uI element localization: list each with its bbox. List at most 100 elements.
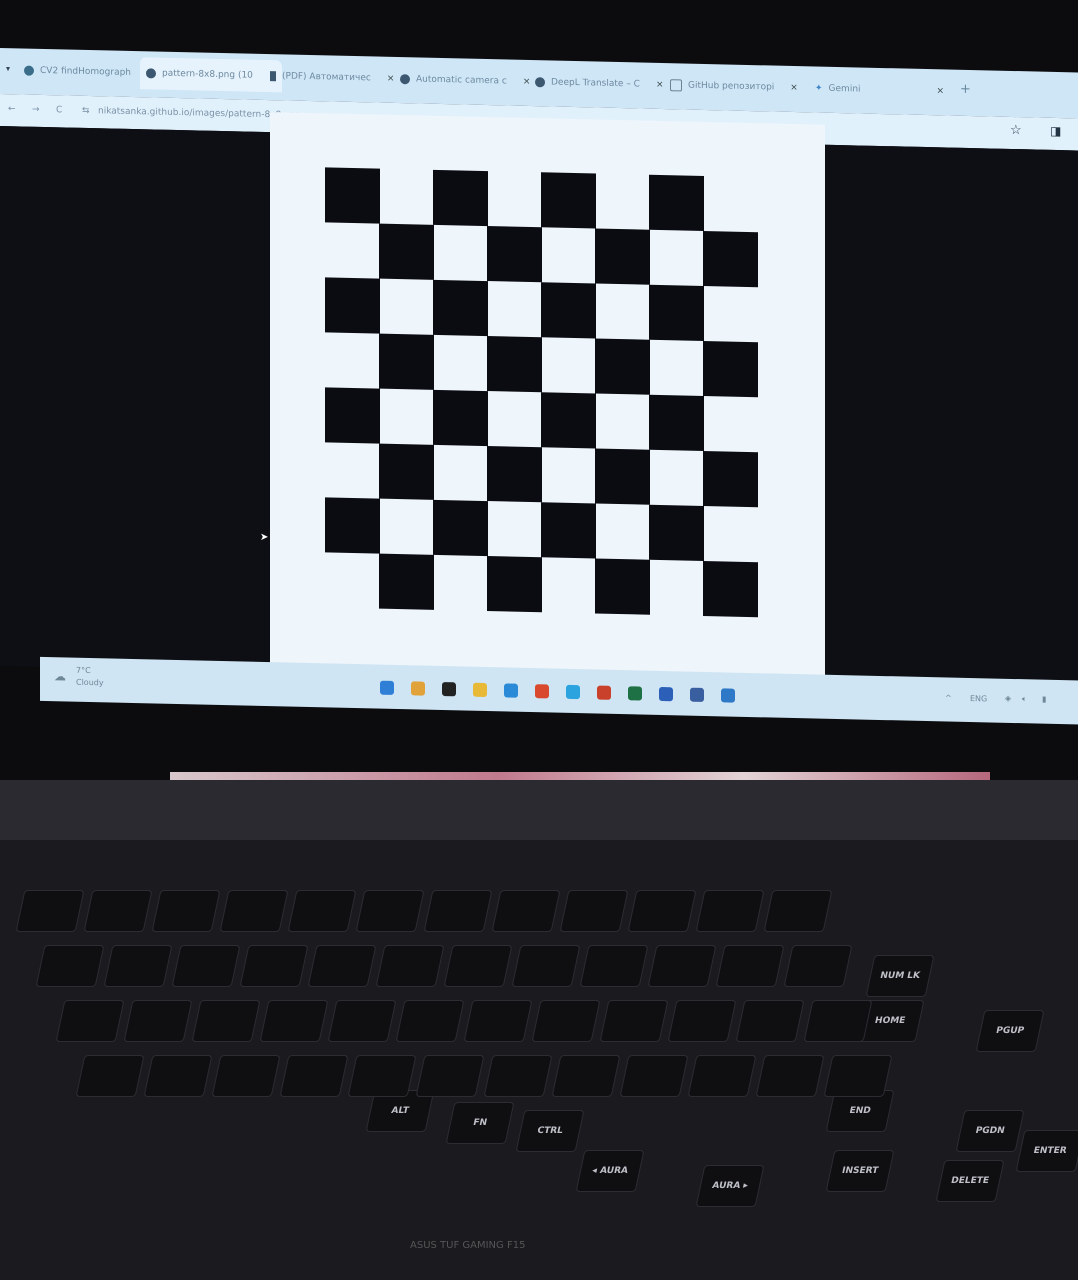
- key[interactable]: ◂ AURA: [575, 1150, 645, 1192]
- key[interactable]: [687, 1055, 757, 1097]
- key[interactable]: [211, 1055, 281, 1097]
- key[interactable]: [627, 890, 697, 932]
- weather-text[interactable]: Cloudy: [76, 678, 104, 688]
- vscode-icon[interactable]: [721, 688, 735, 703]
- language-indicator[interactable]: ENG: [970, 694, 987, 703]
- key[interactable]: [415, 1055, 485, 1097]
- key[interactable]: [463, 1000, 533, 1042]
- key[interactable]: [83, 890, 153, 932]
- key[interactable]: INSERT: [825, 1150, 895, 1192]
- key[interactable]: DELETE: [935, 1160, 1005, 1202]
- key[interactable]: [443, 945, 513, 987]
- windows-start-icon[interactable]: [380, 680, 394, 695]
- key[interactable]: [483, 1055, 553, 1097]
- key[interactable]: [151, 890, 221, 932]
- key[interactable]: [559, 890, 629, 932]
- key[interactable]: [279, 1055, 349, 1097]
- wifi-icon[interactable]: ◈: [1005, 694, 1011, 703]
- tab-active[interactable]: pattern-8x8.png (10×: [140, 57, 283, 93]
- key[interactable]: [75, 1055, 145, 1097]
- word-icon[interactable]: [659, 686, 673, 702]
- key[interactable]: [143, 1055, 213, 1097]
- save-icon[interactable]: [690, 687, 704, 702]
- forward-icon[interactable]: →: [32, 105, 40, 115]
- key[interactable]: [327, 1000, 397, 1042]
- key[interactable]: [375, 945, 445, 987]
- key[interactable]: [735, 1000, 805, 1042]
- key[interactable]: [647, 945, 717, 987]
- key[interactable]: [287, 890, 357, 932]
- key[interactable]: [491, 890, 561, 932]
- key[interactable]: [219, 890, 289, 932]
- chrome-icon[interactable]: [535, 684, 549, 699]
- telegram-icon[interactable]: [566, 684, 580, 700]
- tab-label: Gemini: [828, 83, 861, 95]
- key[interactable]: [307, 945, 377, 987]
- key[interactable]: [191, 1000, 261, 1042]
- tab[interactable]: DeepL Translate – C ×: [535, 70, 664, 97]
- key[interactable]: [763, 890, 833, 932]
- reload-icon[interactable]: C: [56, 105, 62, 115]
- key[interactable]: [579, 945, 649, 987]
- file-explorer-icon[interactable]: [473, 682, 487, 698]
- key[interactable]: [259, 1000, 329, 1042]
- key[interactable]: [695, 890, 765, 932]
- battery-icon[interactable]: ▮: [1042, 695, 1046, 704]
- dark-square: [649, 504, 704, 561]
- key[interactable]: [803, 1000, 873, 1042]
- site-info-icon[interactable]: ⇆: [82, 106, 90, 116]
- tab[interactable]: GitHub репозиторі ×: [670, 73, 798, 100]
- key[interactable]: AURA ▸: [695, 1165, 765, 1207]
- weather-temp[interactable]: 7°C: [76, 666, 91, 675]
- powerpoint-icon[interactable]: [597, 685, 611, 700]
- bookmark-star-icon[interactable]: ☆: [1010, 123, 1022, 138]
- terminal-icon[interactable]: [442, 682, 456, 697]
- key[interactable]: [171, 945, 241, 987]
- key[interactable]: FN: [445, 1102, 515, 1144]
- key[interactable]: [599, 1000, 669, 1042]
- key[interactable]: [511, 945, 581, 987]
- key[interactable]: CTRL: [515, 1110, 585, 1152]
- close-icon[interactable]: ×: [387, 74, 395, 84]
- close-icon[interactable]: ×: [790, 83, 798, 93]
- key[interactable]: [15, 890, 85, 932]
- key[interactable]: [123, 1000, 193, 1042]
- key[interactable]: [823, 1055, 893, 1097]
- dark-square: [379, 333, 434, 390]
- key[interactable]: [395, 1000, 465, 1042]
- tab[interactable]: Automatic camera c ×: [400, 67, 530, 94]
- key[interactable]: [35, 945, 105, 987]
- edge-icon[interactable]: [504, 683, 518, 698]
- close-icon[interactable]: ×: [523, 77, 531, 87]
- key[interactable]: NUM LK: [865, 955, 935, 997]
- key[interactable]: [355, 890, 425, 932]
- tray-chevron-icon[interactable]: ^: [945, 693, 952, 702]
- key[interactable]: ENTER: [1015, 1130, 1078, 1172]
- key[interactable]: [55, 1000, 125, 1042]
- photos-icon[interactable]: [411, 681, 425, 696]
- tab[interactable]: (PDF) Автоматичес ×: [270, 64, 394, 91]
- tab[interactable]: CV2 findHomograph×: [24, 59, 155, 86]
- key[interactable]: [531, 1000, 601, 1042]
- volume-icon[interactable]: 🔈︎: [1022, 694, 1027, 704]
- key[interactable]: [667, 1000, 737, 1042]
- key[interactable]: [619, 1055, 689, 1097]
- tab-search-icon[interactable]: ▾: [6, 64, 10, 73]
- key[interactable]: PGUP: [975, 1010, 1045, 1052]
- side-panel-icon[interactable]: ◨: [1050, 124, 1061, 138]
- key[interactable]: [755, 1055, 825, 1097]
- key[interactable]: [783, 945, 853, 987]
- back-icon[interactable]: ←: [8, 104, 16, 114]
- close-icon[interactable]: ×: [656, 80, 664, 90]
- key[interactable]: [347, 1055, 417, 1097]
- close-icon[interactable]: ×: [937, 86, 945, 96]
- key[interactable]: [103, 945, 173, 987]
- new-tab-button[interactable]: +: [960, 82, 971, 97]
- tab[interactable]: ✦ Gemini ×: [815, 76, 944, 103]
- key[interactable]: PGDN: [955, 1110, 1025, 1152]
- key[interactable]: [239, 945, 309, 987]
- key[interactable]: [551, 1055, 621, 1097]
- key[interactable]: [423, 890, 493, 932]
- key[interactable]: [715, 945, 785, 987]
- excel-icon[interactable]: [628, 686, 642, 701]
